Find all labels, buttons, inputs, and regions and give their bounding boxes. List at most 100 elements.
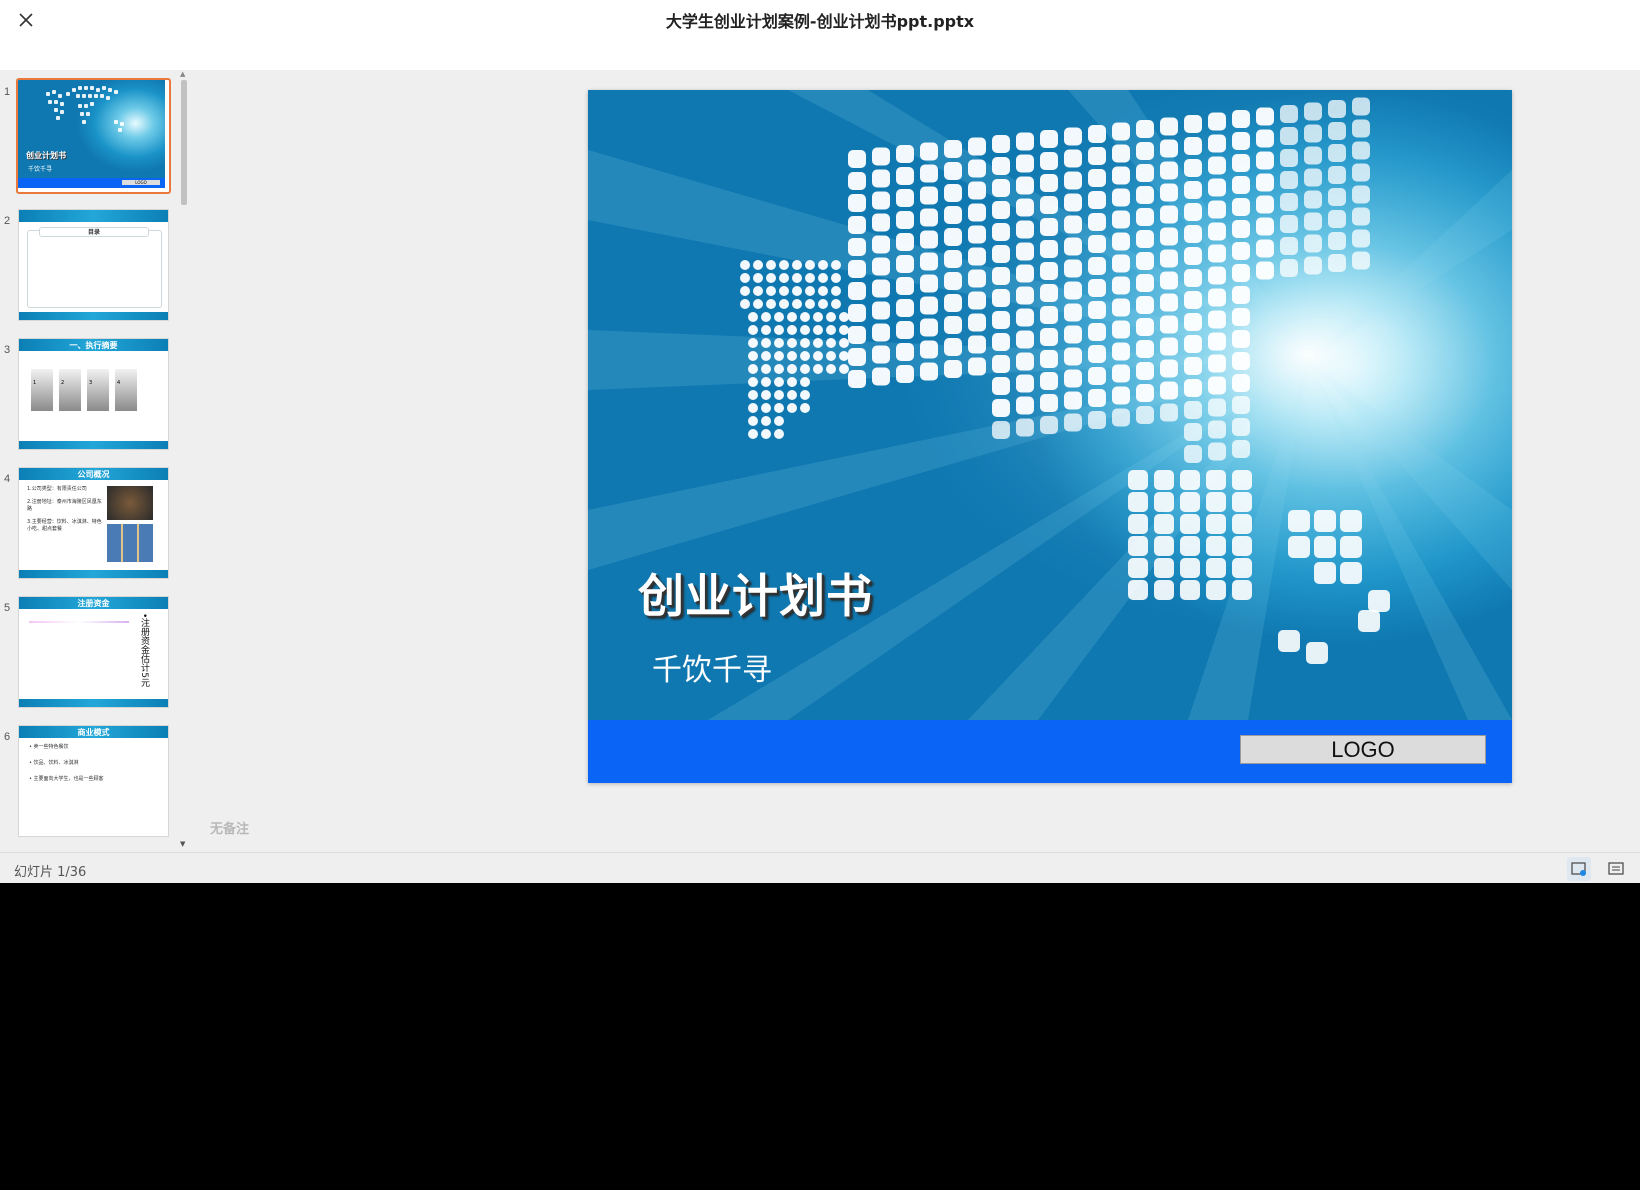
map-dot (968, 335, 986, 354)
map-dot (1128, 580, 1148, 600)
map-dot (1256, 261, 1274, 280)
map-dot (992, 421, 1010, 439)
map-dot (1136, 252, 1154, 270)
map-dot (1232, 580, 1252, 600)
scroll-up-icon[interactable]: ▲ (180, 70, 185, 78)
thumbnail-item[interactable]: 2 目录 (0, 205, 178, 325)
map-dot (1160, 293, 1178, 312)
thumbnail-slide-2[interactable]: 目录 (18, 209, 169, 321)
map-dot (1352, 251, 1370, 270)
map-dot (992, 355, 1010, 373)
map-dot (1184, 159, 1202, 177)
map-dot (831, 260, 841, 270)
thumbnail-item[interactable]: 5 注册资金 •注册资金估计5元 (0, 592, 178, 712)
map-dot (1328, 122, 1346, 140)
map-dot (872, 279, 890, 298)
map-dot (1232, 154, 1250, 172)
map-dot (896, 145, 914, 163)
map-dot (1328, 188, 1346, 206)
map-dot (920, 230, 938, 249)
map-dot (968, 137, 986, 156)
map-dot (1154, 536, 1174, 556)
scroll-down-icon[interactable]: ▼ (180, 840, 185, 848)
map-dot (1088, 257, 1106, 275)
map-dot (992, 311, 1010, 329)
map-dot (896, 189, 914, 207)
thumbnail-item[interactable]: 4 公司概况 1.公司类型：有限责任公司 2.注册地址：泰州市海陵区凤凰东路 3… (0, 463, 178, 583)
map-dot (1256, 173, 1274, 192)
map-dot (1232, 220, 1250, 238)
thumbnail-slide-5[interactable]: 注册资金 •注册资金估计5元 (18, 596, 169, 708)
thumbnail-slide-1[interactable]: 创业计划书 千饮千寻 LOGO (16, 78, 171, 194)
map-dot (1280, 171, 1298, 189)
map-dot (1064, 127, 1082, 146)
thumbnail-card: 3 (87, 369, 109, 411)
thumbnail-item[interactable]: 1 创业计划书 千饮千寻 LOGO (0, 76, 178, 196)
map-dot (774, 325, 784, 335)
card-number: 4 (117, 380, 121, 386)
map-dot (1040, 152, 1058, 170)
map-dot (1088, 213, 1106, 231)
thumbnail-slide-6[interactable]: 商业模式 • 卖一些特色餐饮 • 饮品、饮料、冰淇淋 • 主要面向大学生，也是一… (18, 725, 169, 837)
map-dot (872, 345, 890, 364)
map-dot (848, 304, 866, 322)
slide-thumbnail-panel[interactable]: 1 创业计划书 千饮千寻 LOGO 2 目录 3 一、执行摘要 1 2 3 4 … (0, 70, 190, 852)
map-dot (779, 273, 789, 283)
map-dot (1088, 125, 1106, 143)
map-dot (774, 364, 784, 374)
map-dot (1180, 514, 1200, 534)
map-dot (761, 416, 771, 426)
map-dot (761, 377, 771, 387)
map-dot (1154, 470, 1174, 490)
thumbnail-slide-4[interactable]: 公司概况 1.公司类型：有限责任公司 2.注册地址：泰州市海陵区凤凰东路 3.主… (18, 467, 169, 579)
map-dot (1112, 166, 1130, 185)
map-dot (839, 325, 849, 335)
thumbnail-header: 目录 (39, 227, 149, 237)
thumbnail-line: • 主要面向大学生，也是一些顾客 (29, 776, 104, 782)
map-dot (1184, 247, 1202, 265)
map-dot (748, 312, 758, 322)
map-dot (818, 273, 828, 283)
thumbnail-slide-3[interactable]: 一、执行摘要 1 2 3 4 (18, 338, 169, 450)
map-dot (920, 252, 938, 271)
thumbnail-number: 5 (4, 602, 11, 614)
thumbnail-item[interactable]: 3 一、执行摘要 1 2 3 4 (0, 334, 178, 454)
map-dot (818, 286, 828, 296)
map-dot (1208, 354, 1226, 373)
normal-view-button[interactable] (1567, 857, 1591, 881)
thumbnail-item[interactable]: 6 商业模式 • 卖一些特色餐饮 • 饮品、饮料、冰淇淋 • 主要面向大学生，也… (0, 721, 178, 841)
map-dot (1040, 416, 1058, 434)
map-dot (1208, 310, 1226, 329)
map-dot (1088, 323, 1106, 341)
map-dot (896, 321, 914, 339)
map-dot (831, 273, 841, 283)
map-dot (1136, 230, 1154, 248)
map-dot (1160, 205, 1178, 224)
thumbnail-top-bar: 注册资金 (19, 597, 168, 609)
map-dot (968, 225, 986, 244)
map-dot (1064, 413, 1082, 432)
map-dot (818, 260, 828, 270)
map-dot (839, 351, 849, 361)
thumbnail-bottom-bar: LOGO (18, 178, 165, 188)
map-dot (813, 338, 823, 348)
map-dot (800, 325, 810, 335)
map-dot (1088, 191, 1106, 209)
map-dot (1288, 510, 1310, 532)
map-dot (944, 228, 962, 246)
grid-view-button[interactable] (1604, 857, 1628, 881)
map-dot (1160, 249, 1178, 268)
map-dot (753, 286, 763, 296)
map-dot (1328, 210, 1346, 228)
map-dot (872, 191, 890, 210)
map-dot (1208, 420, 1226, 439)
thumbnail-top-bar: 一、执行摘要 (19, 339, 168, 351)
map-dot (1184, 401, 1202, 419)
scrollbar-thumb[interactable] (181, 80, 187, 205)
map-dot (1040, 394, 1058, 412)
map-dot (1208, 244, 1226, 263)
thumbnail-number: 1 (4, 86, 11, 98)
map-dot (1328, 232, 1346, 250)
map-dot (1232, 536, 1252, 556)
map-dot (1016, 352, 1034, 371)
